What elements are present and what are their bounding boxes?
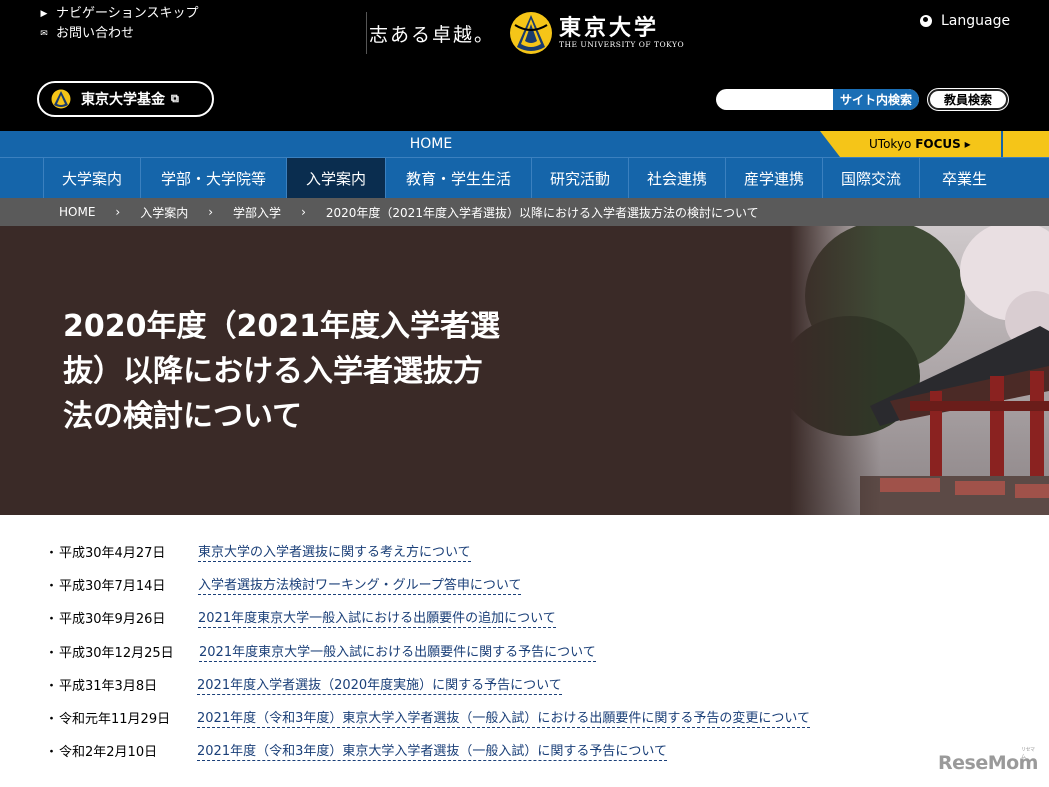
faculty-search-button[interactable]: 教員検索: [927, 88, 1009, 111]
item-date: 令和元年11月29日: [59, 712, 171, 728]
fund-button[interactable]: 東京大学基金 ⧉: [37, 81, 214, 117]
nav-item-education[interactable]: 教育・学生生活: [385, 158, 531, 198]
brand-name-en: THE UNIVERSITY OF TOKYO: [559, 40, 685, 49]
skip-nav-link[interactable]: ▶ ナビゲーションスキップ: [38, 4, 199, 24]
item-link[interactable]: 2021年度入学者選抜（2020年度実施）に関する予告について: [197, 674, 562, 695]
breadcrumb: HOME › 入学案内 › 学部入学 › 2020年度（2021年度入学者選抜）…: [0, 198, 1049, 226]
focus-divider: [1001, 131, 1003, 157]
global-nav: 大学案内 学部・大学院等 入学案内 教育・学生生活 研究活動 社会連携 産学連携…: [0, 157, 1049, 198]
item-date: 平成30年7月14日: [59, 579, 166, 595]
contact-label: お問い合わせ: [56, 26, 135, 41]
site-search-button[interactable]: サイト内検索: [833, 89, 919, 110]
list-item: ・ 平成30年9月26日 2021年度東京大学一般入試における出願要件の追加につ…: [45, 601, 810, 634]
chevron-right-icon: ›: [115, 205, 121, 219]
nav-item-admissions[interactable]: 入学案内: [286, 158, 385, 198]
ginkgo-emblem-icon: [51, 89, 71, 109]
bullet: ・: [45, 712, 59, 728]
mail-icon: ✉: [40, 29, 48, 39]
item-link[interactable]: 2021年度（令和3年度）東京大学入学者選抜（一般入試）に関する予告について: [197, 740, 667, 762]
item-link[interactable]: 2021年度東京大学一般入試における出願要件の追加について: [198, 607, 556, 629]
focus-prefix: UTokyo: [869, 137, 916, 151]
university-logo[interactable]: 志ある卓越。 東京大学 THE UNIVERSITY OF TOKYO: [366, 10, 684, 56]
page-title: 2020年度（2021年度入学者選 抜）以降における入学者選抜方 法の検討につい…: [63, 304, 553, 439]
item-date: 平成30年9月26日: [59, 612, 166, 628]
page-hero: 2020年度（2021年度入学者選 抜）以降における入学者選抜方 法の検討につい…: [0, 226, 1049, 515]
site-search: サイト内検索: [716, 89, 919, 110]
skip-nav-label: ナビゲーションスキップ: [56, 6, 199, 21]
item-link[interactable]: 2021年度（令和3年度）東京大学入学者選抜（一般入試）における出願要件に関する…: [197, 707, 810, 729]
akamon-gate-photo: [790, 226, 1049, 515]
nav-item-research[interactable]: 研究活動: [531, 158, 628, 198]
watermark-sub: リセマム: [1021, 747, 1035, 760]
language-switch[interactable]: Language: [920, 13, 1010, 29]
item-link[interactable]: 東京大学の入学者選抜に関する考え方について: [198, 541, 471, 563]
home-bar: HOME UTokyo FOCUS ▸: [0, 131, 1049, 157]
brand-name-jp: 東京大学: [559, 15, 660, 41]
bullet: ・: [45, 579, 59, 595]
nav-item-social[interactable]: 社会連携: [628, 158, 725, 198]
chevron-right-icon: ›: [208, 205, 214, 219]
brand-text: 東京大学 THE UNIVERSITY OF TOKYO: [559, 16, 684, 50]
bullet: ・: [45, 546, 59, 562]
utility-links: ▶ ナビゲーションスキップ ✉ お問い合わせ: [38, 4, 198, 44]
caret-right-icon: ▸: [964, 137, 971, 151]
nav-item-alumni[interactable]: 卒業生: [919, 158, 1009, 198]
page-title-line: 2020年度（2021年度入学者選: [63, 309, 500, 344]
breadcrumb-current: 2020年度（2021年度入学者選抜）以降における入学者選抜方法の検討について: [325, 205, 759, 220]
resemom-watermark: ReseMom リセマム: [938, 747, 1038, 774]
search-input[interactable]: [724, 91, 834, 108]
page-title-line: 抜）以降における入学者選抜方: [63, 354, 483, 389]
list-item: ・ 平成30年4月27日 東京大学の入学者選抜に関する考え方について: [45, 535, 810, 568]
item-link[interactable]: 2021年度東京大学一般入試における出願要件に関する予告について: [199, 641, 596, 662]
announcement-list: ・ 平成30年4月27日 東京大学の入学者選抜に関する考え方について ・ 平成3…: [45, 535, 810, 767]
list-item: ・ 平成31年3月8日 2021年度入学者選抜（2020年度実施）に関する予告に…: [45, 668, 810, 701]
item-date: 令和2年2月10日: [59, 745, 158, 761]
list-item: ・ 平成30年12月25日 2021年度東京大学一般入試における出願要件に関する…: [45, 635, 810, 668]
chevron-right-icon: ▶: [40, 9, 48, 19]
ginkgo-emblem-icon: [510, 12, 553, 54]
list-item: ・ 平成30年7月14日 入学者選抜方法検討ワーキング・グループ答申について: [45, 568, 810, 601]
contact-link[interactable]: ✉ お問い合わせ: [38, 24, 198, 44]
bullet: ・: [45, 745, 59, 761]
breadcrumb-admissions[interactable]: 入学案内: [140, 204, 188, 221]
breadcrumb-home[interactable]: HOME: [59, 205, 95, 219]
language-label: Language: [941, 13, 1011, 29]
external-link-icon: ⧉: [171, 92, 179, 105]
home-link[interactable]: HOME: [0, 131, 862, 157]
bullet: ・: [45, 678, 59, 694]
page-title-line: 法の検討について: [63, 399, 303, 434]
fund-label: 東京大学基金: [81, 92, 165, 108]
list-item: ・ 令和元年11月29日 2021年度（令和3年度）東京大学入学者選抜（一般入試…: [45, 701, 810, 734]
chevron-right-icon: ›: [301, 205, 306, 219]
globe-icon: [920, 15, 932, 27]
nav-item-faculties[interactable]: 学部・大学院等: [140, 158, 286, 198]
bullet: ・: [45, 612, 59, 628]
focus-bold: FOCUS: [915, 137, 961, 151]
bullet: ・: [45, 645, 59, 661]
item-date: 平成30年12月25日: [59, 645, 174, 661]
site-header: ▶ ナビゲーションスキップ ✉ お問い合わせ 志ある卓越。 東京大学 THE U…: [0, 0, 1049, 131]
item-link[interactable]: 入学者選抜方法検討ワーキング・グループ答申について: [198, 574, 522, 596]
list-item: ・ 令和2年2月10日 2021年度（令和3年度）東京大学入学者選抜（一般入試）…: [45, 734, 810, 767]
nav-item-about[interactable]: 大学案内: [43, 158, 140, 198]
tagline: 志ある卓越。: [366, 12, 495, 54]
nav-item-international[interactable]: 国際交流: [822, 158, 919, 198]
utokyo-focus-label[interactable]: UTokyo FOCUS ▸: [869, 131, 971, 157]
item-date: 平成31年3月8日: [59, 678, 158, 694]
nav-item-industry[interactable]: 産学連携: [725, 158, 822, 198]
item-date: 平成30年4月27日: [59, 546, 166, 562]
breadcrumb-undergrad[interactable]: 学部入学: [233, 204, 281, 221]
